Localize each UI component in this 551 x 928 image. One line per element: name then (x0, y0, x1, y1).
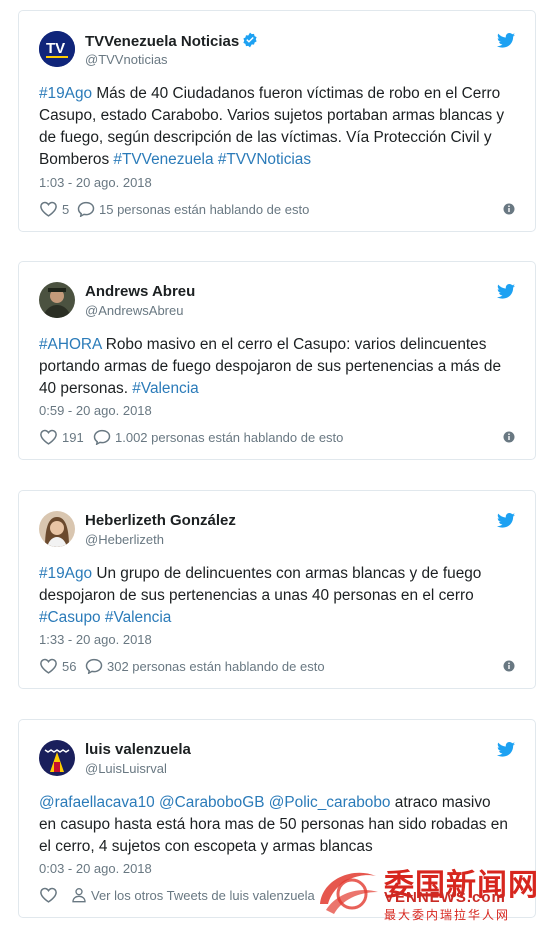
talking-text: 302 personas están hablando de esto (107, 658, 325, 674)
twitter-bird-icon[interactable] (497, 33, 515, 48)
heart-icon (40, 201, 57, 217)
comment-bubble-icon (93, 429, 111, 445)
tweet-author-name[interactable]: Andrews Abreu (85, 283, 195, 300)
heart-icon (40, 429, 57, 445)
tweet-handle[interactable]: @TVVnoticias (85, 52, 168, 67)
author-name-text[interactable]: luis valenzuela (85, 741, 191, 758)
hashtag-link[interactable]: #Casupo (39, 609, 101, 626)
hashtag-link[interactable]: @rafaellacava10 (39, 794, 155, 811)
hashtag-link[interactable]: #TVVNoticias (218, 151, 311, 168)
avatar[interactable] (39, 511, 75, 547)
tweet-text: #AHORA Robo masivo en el cerro el Casupo… (39, 334, 509, 400)
like-count: 5 (62, 201, 70, 217)
avatar[interactable] (39, 740, 75, 776)
heart-icon (40, 658, 57, 674)
tweet-card[interactable]: Heberlizeth González @Heberlizeth #19Ago… (18, 490, 536, 689)
info-icon[interactable] (503, 431, 515, 443)
avatar[interactable] (39, 282, 75, 318)
tweet-handle[interactable]: @Heberlizeth (85, 532, 164, 547)
watermark-sub: 最大委内瑞拉华人网 (384, 908, 511, 922)
hashtag-link[interactable]: @Polic_carabobo (269, 794, 391, 811)
tweet-actions: 5 15 personas están hablando de esto (39, 201, 515, 221)
twitter-bird-icon[interactable] (497, 513, 515, 528)
like-count: 56 (62, 658, 77, 674)
hashtag-link[interactable]: #19Ago (39, 565, 92, 582)
person-icon (72, 888, 86, 903)
conversation-button[interactable]: 1.002 personas están hablando de esto (93, 429, 343, 445)
tweet-handle[interactable]: @AndrewsAbreu (85, 303, 183, 318)
like-button[interactable] (39, 887, 62, 903)
author-name-text[interactable]: TVVenezuela Noticias (85, 33, 239, 50)
like-count: 191 (62, 429, 84, 445)
watermark: 委国新闻网 VENNEWS.com 最大委内瑞拉华人网 (312, 858, 544, 924)
talking-text: 1.002 personas están hablando de esto (115, 429, 344, 445)
heart-icon (40, 887, 57, 903)
twitter-bird-icon[interactable] (497, 742, 515, 757)
like-button[interactable]: 56 (39, 658, 76, 674)
hashtag-link[interactable]: #Valencia (132, 380, 198, 397)
tweet-timestamp[interactable]: 1:03 - 20 ago. 2018 (39, 175, 152, 190)
tweet-text: @rafaellacava10 @CaraboboGB @Polic_carab… (39, 792, 509, 858)
hashtag-link[interactable]: @CaraboboGB (159, 794, 264, 811)
talking-text: 15 personas están hablando de esto (99, 201, 310, 217)
hashtag-link[interactable]: #19Ago (39, 85, 92, 102)
tweet-author-name[interactable]: TVVenezuela Noticias (85, 32, 258, 50)
watermark-en: VENNEWS.com (384, 889, 506, 906)
watermark-logo-icon (320, 872, 378, 914)
tweet-timestamp[interactable]: 1:33 - 20 ago. 2018 (39, 632, 152, 647)
tweet-text-segment: Un grupo de delincuentes con armas blanc… (39, 565, 482, 604)
info-icon[interactable] (503, 660, 515, 672)
comment-bubble-icon (85, 658, 103, 674)
profile-link-text[interactable]: Ver los otros Tweets de luis valenzuela (91, 888, 315, 903)
author-name-text[interactable]: Andrews Abreu (85, 283, 195, 300)
twitter-bird-icon[interactable] (497, 284, 515, 299)
tweet-actions: 191 1.002 personas están hablando de est… (39, 429, 515, 449)
tweet-card[interactable]: Andrews Abreu @AndrewsAbreu #AHORA Robo … (18, 261, 536, 460)
tweet-timestamp[interactable]: 0:59 - 20 ago. 2018 (39, 403, 152, 418)
tweet-author-name[interactable]: luis valenzuela (85, 741, 191, 758)
like-button[interactable]: 5 (39, 201, 69, 217)
hashtag-link[interactable]: #Valencia (105, 609, 171, 626)
conversation-button[interactable]: 302 personas están hablando de esto (85, 658, 325, 674)
tweet-author-name[interactable]: Heberlizeth González (85, 512, 236, 529)
info-icon[interactable] (503, 203, 515, 215)
tweet-text: #19Ago Más de 40 Ciudadanos fueron vícti… (39, 83, 509, 171)
author-name-text[interactable]: Heberlizeth González (85, 512, 236, 529)
tweet-handle[interactable]: @LuisLuisrval (85, 761, 167, 776)
conversation-button[interactable]: 15 personas están hablando de esto (77, 201, 309, 217)
svg-text:TV: TV (46, 40, 65, 57)
avatar[interactable]: TV (39, 31, 75, 67)
like-button[interactable]: 191 (39, 429, 84, 445)
hashtag-link[interactable]: #AHORA (39, 336, 101, 353)
tweet-timestamp[interactable]: 0:03 - 20 ago. 2018 (39, 861, 152, 876)
comment-bubble-icon (77, 201, 95, 217)
tweet-text-segment: Robo masivo en el cerro el Casupo: vario… (39, 336, 502, 397)
profile-link[interactable]: Ver los otros Tweets de luis valenzuela (71, 887, 315, 903)
tweet-actions: 56 302 personas están hablando de esto (39, 658, 515, 678)
verified-badge-icon (243, 32, 257, 48)
tweet-text: #19Ago Un grupo de delincuentes con arma… (39, 563, 509, 629)
tweet-card[interactable]: TV TVVenezuela Noticias @TVVnoticias #19… (18, 10, 536, 232)
hashtag-link[interactable]: #TVVenezuela (113, 151, 213, 168)
